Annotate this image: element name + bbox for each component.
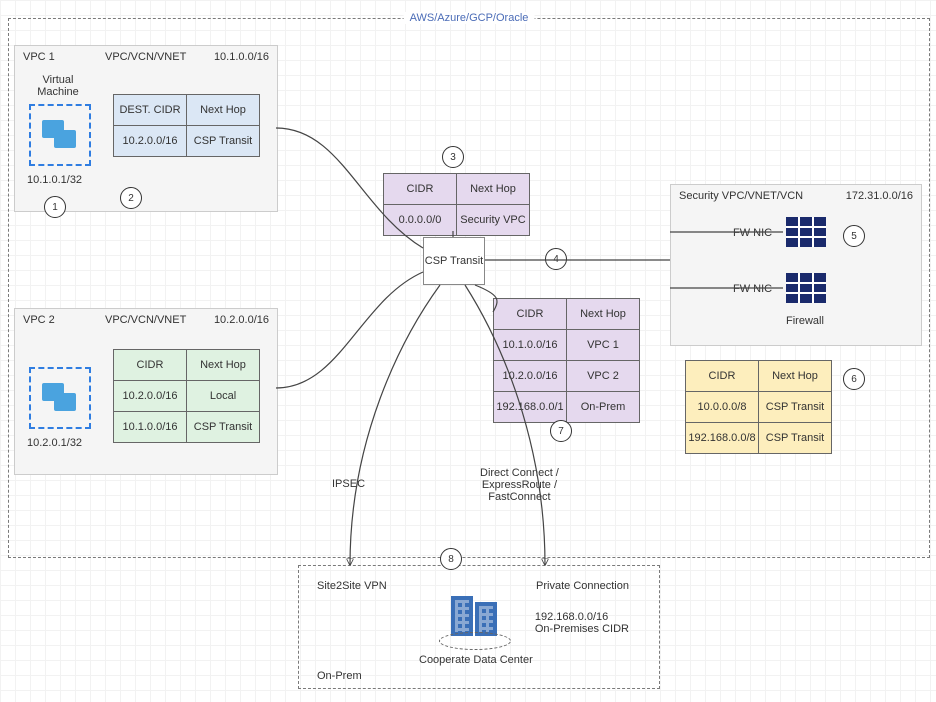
label-direct: Direct Connect / ExpressRoute / FastConn… — [480, 467, 559, 503]
marker-1: 1 — [44, 196, 66, 218]
secvpc-fw-caption: Firewall — [786, 315, 824, 327]
csp-transit-box: CSP Transit — [423, 237, 485, 285]
vpc1-net-label: VPC/VCN/VNET — [105, 51, 186, 63]
vpc1-panel: VPC 1 VPC/VCN/VNET 10.1.0.0/16 Virtual M… — [14, 45, 278, 212]
vpc1-title: VPC 1 — [23, 51, 55, 63]
marker-5: 5 — [843, 225, 865, 247]
firewall-icon-1 — [786, 217, 826, 247]
marker-2: 2 — [120, 187, 142, 209]
label-s2s: Site2Site VPN — [317, 580, 387, 592]
building-icon — [451, 596, 497, 636]
marker-8: 8 — [440, 548, 462, 570]
vpc2-cidr: 10.2.0.0/16 — [214, 314, 269, 326]
ground-ellipse-icon — [439, 632, 511, 650]
vpc1-cidr: 10.1.0.0/16 — [214, 51, 269, 63]
transit-return-table: CIDRNext Hop 10.1.0.0/16VPC 1 10.2.0.0/1… — [493, 298, 640, 423]
onprem-caption: Cooperate Data Center — [419, 654, 533, 666]
secvpc-nic2-label: FW NIC — [733, 283, 772, 295]
secvpc-panel: Security VPC/VNET/VCN 172.31.0.0/16 FW N… — [670, 184, 922, 346]
onprem-title: On-Prem — [317, 670, 362, 682]
vpc2-panel: VPC 2 VPC/VCN/VNET 10.2.0.0/16 10.2.0.1/… — [14, 308, 278, 475]
vpc1-vm-icon — [29, 104, 91, 166]
vpc1-vm-ip: 10.1.0.1/32 — [27, 174, 82, 186]
onprem-box: Site2Site VPN Private Connection Coopera… — [298, 565, 660, 689]
vpc2-net-label: VPC/VCN/VNET — [105, 314, 186, 326]
marker-6: 6 — [843, 368, 865, 390]
vpc2-vm-icon — [29, 367, 91, 429]
onprem-cidr: 192.168.0.0/16 On-Premises CIDR — [535, 611, 629, 635]
marker-4: 4 — [545, 248, 567, 270]
marker-3: 3 — [442, 146, 464, 168]
label-priv: Private Connection — [536, 580, 629, 592]
transit-default-table: CIDRNext Hop 0.0.0.0/0Security VPC — [383, 173, 530, 236]
vpc2-title: VPC 2 — [23, 314, 55, 326]
secvpc-route-table: CIDRNext Hop 10.0.0.0/8CSP Transit 192.1… — [685, 360, 832, 454]
vpc2-vm-ip: 10.2.0.1/32 — [27, 437, 82, 449]
vpc1-vm-caption: Virtual Machine — [29, 74, 87, 98]
label-ipsec: IPSEC — [332, 478, 365, 490]
secvpc-cidr: 172.31.0.0/16 — [846, 190, 913, 202]
firewall-icon-2 — [786, 273, 826, 303]
secvpc-title: Security VPC/VNET/VCN — [679, 190, 803, 202]
cloud-boundary-label: AWS/Azure/GCP/Oracle — [404, 12, 535, 24]
vpc2-route-table: CIDRNext Hop 10.2.0.0/16Local 10.1.0.0/1… — [113, 349, 260, 443]
marker-7: 7 — [550, 420, 572, 442]
secvpc-nic1-label: FW NIC — [733, 227, 772, 239]
vpc1-route-table: DEST. CIDRNext Hop 10.2.0.0/16CSP Transi… — [113, 94, 260, 157]
